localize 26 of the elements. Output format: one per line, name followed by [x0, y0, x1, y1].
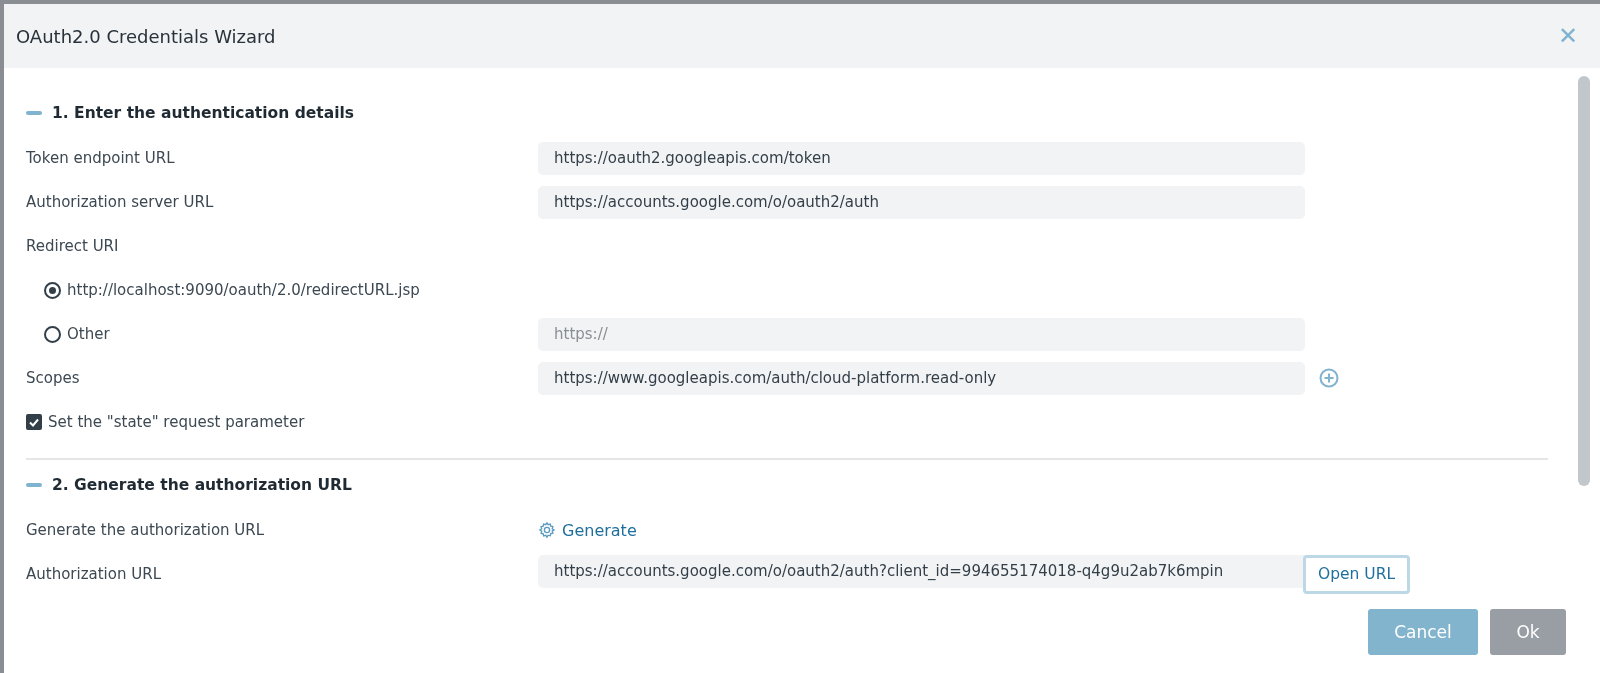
field-label: Authorization URL: [26, 565, 162, 583]
field-label: Scopes: [26, 369, 81, 387]
collapse-icon[interactable]: [26, 111, 42, 115]
radio-button[interactable]: [44, 281, 61, 299]
input-field[interactable]: https://accounts.google.com/o/oauth2/auth: [538, 185, 1305, 219]
gear-icon: [538, 521, 556, 539]
url-field[interactable]: https://accounts.google.com/o/oauth2/auth?client_id=994655174018-q4g9u2ab7k6mpin: [538, 554, 1305, 588]
collapse-icon[interactable]: [26, 483, 42, 487]
open-url-button[interactable]: Open URL: [1303, 554, 1411, 594]
section-title: 2. Generate the authorization URL: [52, 476, 352, 494]
checkbox[interactable]: [26, 414, 42, 430]
field-label: Authorization server URL: [26, 193, 215, 211]
field-label: Token endpoint URL: [26, 149, 176, 167]
field-label: Generate the authorization URL: [26, 521, 266, 539]
add-icon[interactable]: [1319, 368, 1339, 388]
radio-button[interactable]: [44, 325, 61, 343]
input-field[interactable]: https://oauth2.googleapis.com/token: [538, 141, 1305, 175]
radio-label[interactable]: Other: [67, 325, 110, 343]
field-label: Redirect URI: [26, 237, 120, 255]
generate-link[interactable]: Generate: [538, 520, 1305, 540]
checkbox-label[interactable]: Set the "state" request parameter: [48, 413, 305, 431]
radio-label[interactable]: http://localhost:9090/oauth/2.0/redirectURL.jsp: [67, 281, 420, 299]
window-title: OAuth2.0 Credentials Wizard: [16, 25, 276, 47]
section-title: 1. Enter the authentication details: [52, 104, 354, 122]
scrollbar[interactable]: [1578, 76, 1590, 486]
input-field[interactable]: https://www.googleapis.com/auth/cloud-platform.read-only: [538, 361, 1305, 395]
